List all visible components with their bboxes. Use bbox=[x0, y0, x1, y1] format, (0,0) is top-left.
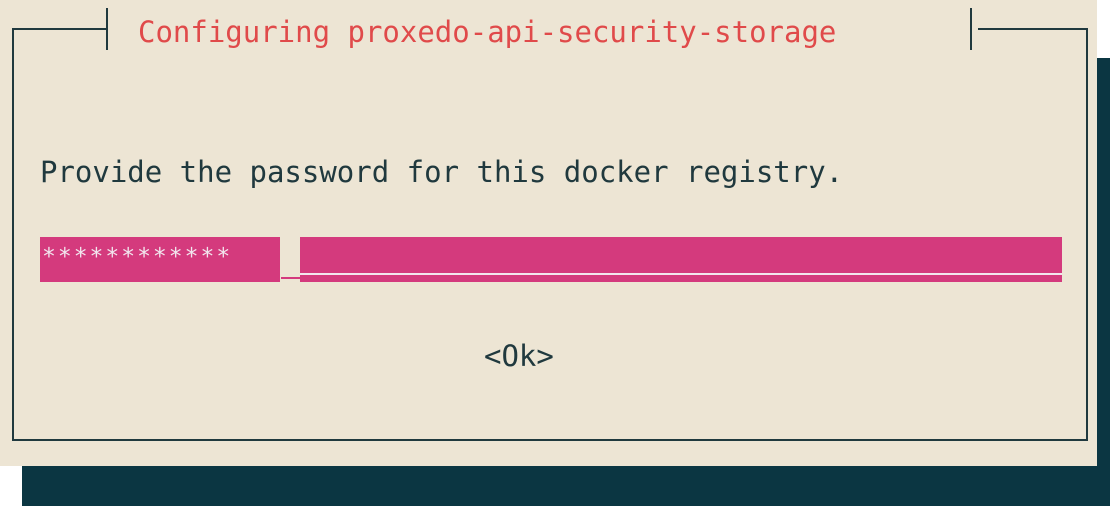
text-cursor bbox=[281, 277, 300, 279]
title-right-tee bbox=[970, 8, 972, 50]
title-left-tee bbox=[106, 8, 108, 50]
password-dialog: Configuring proxedo-api-security-storage… bbox=[0, 0, 1097, 466]
password-input[interactable]: ************ bbox=[40, 237, 1062, 283]
password-masked-value: ************ bbox=[40, 237, 280, 282]
password-input-remaining bbox=[300, 237, 1062, 282]
password-prompt: Provide the password for this docker reg… bbox=[40, 155, 844, 189]
dialog-title: Configuring proxedo-api-security-storage bbox=[138, 15, 837, 49]
dialog-frame bbox=[12, 28, 1088, 441]
ok-button[interactable]: <Ok> bbox=[484, 336, 554, 376]
terminal-screen: Configuring proxedo-api-security-storage… bbox=[0, 0, 1110, 506]
